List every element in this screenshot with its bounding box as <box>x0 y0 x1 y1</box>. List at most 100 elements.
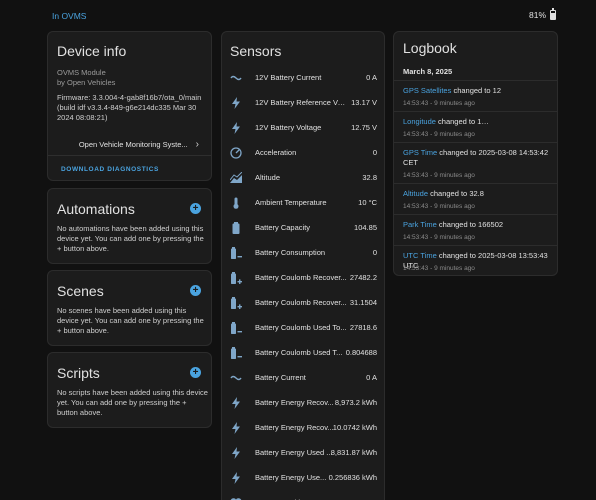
logbook-entry: Park Time changed to 166502 14:53:43 - 9 … <box>394 214 557 245</box>
integration-link[interactable]: Open Vehicle Monitoring Syste... › <box>48 139 199 150</box>
logbook-entry: Altitude changed to 32.8 14:53:43 - 9 min… <box>394 183 557 214</box>
download-diagnostics-button[interactable]: DOWNLOAD DIAGNOSTICS <box>61 166 159 173</box>
breadcrumb-link[interactable]: In OVMS <box>52 11 86 21</box>
logbook-entity-link[interactable]: Park Time <box>403 220 437 229</box>
sensor-row[interactable]: Ambient Temperature 10 °C <box>222 190 384 215</box>
sensor-row[interactable]: Battery Coulomb Recover... 27482.2 <box>222 265 384 290</box>
sensors-card: Sensors 12V Battery Current 0 A 12V Batter… <box>221 31 385 500</box>
sensor-name: 12V Battery Voltage <box>255 123 322 132</box>
sensor-value: 27818.6 <box>349 323 377 332</box>
sensor-value: 104.85 <box>354 223 377 232</box>
battery-minus-icon <box>230 246 242 259</box>
automations-card: Automations + No automations have been a… <box>47 188 212 264</box>
sensor-name: Battery Coulomb Recover... <box>255 298 347 307</box>
add-script-icon[interactable]: + <box>190 367 201 378</box>
battery-icon <box>230 221 242 234</box>
sensor-row[interactable]: Battery Health87.375 <box>222 490 384 500</box>
sensor-name: 12V Battery Current <box>255 73 322 82</box>
sensor-name: Battery Consumption <box>255 248 326 257</box>
sensor-value: 32.8 <box>362 173 377 182</box>
current-icon <box>230 372 242 384</box>
logbook-entry: GPS Satellites changed to 12 14:53:43 - 9… <box>394 80 557 111</box>
sensor-row[interactable]: Battery Energy Recov... 10.0742 kWh <box>222 415 384 440</box>
logbook-card: Logbook March 8, 2025 GPS Satellites cha… <box>393 31 558 276</box>
automations-description: No automations have been added using thi… <box>57 224 204 253</box>
sensors-title: Sensors <box>230 43 282 59</box>
sensor-row[interactable]: Acceleration 0 <box>222 140 384 165</box>
battery-status: 81% <box>528 8 556 20</box>
sensor-value: 12.75 V <box>351 123 377 132</box>
logbook-entry: UTC Time changed to 2025-03-08 13:53:43 … <box>394 245 557 275</box>
sensor-row[interactable]: Battery Coulomb Used To... 27818.6 <box>222 315 384 340</box>
logbook-entity-link[interactable]: UTC Time <box>403 251 437 260</box>
logbook-entry-time: 14:53:43 - 9 minutes ago <box>403 100 475 107</box>
sensor-name: Battery Coulomb Used To... <box>255 323 347 332</box>
sensor-name: Battery Current <box>255 373 306 382</box>
logbook-date: March 8, 2025 <box>403 67 453 76</box>
sensor-row[interactable]: 12V Battery Current 0 A <box>222 65 384 90</box>
divider <box>48 155 211 156</box>
logbook-change-text: changed to 166502 <box>436 220 504 229</box>
logbook-entry-time: 14:53:43 - 9 minutes ago <box>403 131 475 138</box>
battery-plus-icon <box>230 296 242 309</box>
sensor-name: Battery Energy Recov... <box>255 398 334 407</box>
scenes-card: Scenes + No scenes have been added using… <box>47 270 212 346</box>
logbook-entry-time: 14:53:43 - 9 minutes ago <box>403 234 475 241</box>
battery-icon <box>550 8 556 20</box>
sensor-row[interactable]: 12V Battery Voltage 12.75 V <box>222 115 384 140</box>
sensor-value: 0 A <box>366 73 377 82</box>
sensor-name: Battery Coulomb Used T... <box>255 348 343 357</box>
sensor-row[interactable]: 12V Battery Reference Vol... 13.17 V <box>222 90 384 115</box>
sensor-value: 10.0742 kWh <box>332 423 377 432</box>
logbook-entity-link[interactable]: GPS Time <box>403 148 437 157</box>
add-scene-icon[interactable]: + <box>190 285 201 296</box>
flash-icon <box>230 421 242 434</box>
logbook-entry-text: GPS Satellites changed to 12 <box>403 86 553 96</box>
sensor-row[interactable]: Battery Energy Recov... 8,973.2 kWh <box>222 390 384 415</box>
device-info-title: Device info <box>57 43 127 59</box>
logbook-entry-text: Altitude changed to 32.8 <box>403 189 553 199</box>
sensor-value: 0.804688 <box>345 348 377 357</box>
logbook-entry-text: Longitude changed to 1… <box>403 117 553 127</box>
logbook-change-text: changed to 32.8 <box>428 189 484 198</box>
sensor-value: 27482.2 <box>349 273 377 282</box>
scripts-card: Scripts + No scripts have been added usi… <box>47 352 212 428</box>
automations-title: Automations <box>57 201 135 217</box>
device-model: OVMS Module <box>57 68 106 77</box>
device-manufacturer: by Open Vehicles <box>57 78 116 87</box>
logbook-entity-link[interactable]: GPS Satellites <box>403 86 451 95</box>
sensor-value: 0 <box>372 148 377 157</box>
device-firmware: Firmware: 3.3.004-4-gab8f16b7/ota_0/main… <box>57 93 202 122</box>
sensor-name: Acceleration <box>255 148 297 157</box>
sensor-row[interactable]: Battery Energy Use... 0.256836 kWh <box>222 465 384 490</box>
logbook-entry-text: Park Time changed to 166502 <box>403 220 553 230</box>
battery-percent: 81% <box>528 10 546 20</box>
sensor-row[interactable]: Battery Current 0 A <box>222 365 384 390</box>
heart-icon <box>230 497 242 500</box>
sensor-row[interactable]: Battery Coulomb Recover... 31.1504 <box>222 290 384 315</box>
current-icon <box>230 72 242 84</box>
sensor-row[interactable]: Battery Energy Used ... 8,831.87 kWh <box>222 440 384 465</box>
top-bar: In OVMS 81% <box>0 0 596 30</box>
sensor-value: 0 A <box>366 373 377 382</box>
sensor-name: Altitude <box>255 173 281 182</box>
integration-link-label: Open Vehicle Monitoring Syste... <box>78 140 188 149</box>
scenes-description: No scenes have been added using this dev… <box>57 306 204 335</box>
logbook-entity-link[interactable]: Longitude <box>403 117 436 126</box>
add-automation-icon[interactable]: + <box>190 203 201 214</box>
sensor-row[interactable]: Battery Coulomb Used T... 0.804688 <box>222 340 384 365</box>
scenes-title: Scenes <box>57 283 104 299</box>
sensor-row[interactable]: Battery Capacity 104.85 <box>222 215 384 240</box>
logbook-entry-time: 14:53:43 - 9 minutes ago <box>403 172 475 179</box>
battery-minus-icon <box>230 321 242 334</box>
logbook-title: Logbook <box>403 40 457 56</box>
logbook-change-text: changed to 12 <box>451 86 501 95</box>
sensor-row[interactable]: Altitude 32.8 <box>222 165 384 190</box>
device-info-card: Device info OVMS Module by Open Vehicles… <box>47 31 212 181</box>
sensor-name: Battery Capacity <box>255 223 311 232</box>
logbook-entity-link[interactable]: Altitude <box>403 189 428 198</box>
thermometer-icon <box>230 197 242 209</box>
sensor-name: Ambient Temperature <box>255 198 327 207</box>
sensor-row[interactable]: Battery Consumption 0 <box>222 240 384 265</box>
logbook-change-text: changed to 1… <box>435 117 489 126</box>
